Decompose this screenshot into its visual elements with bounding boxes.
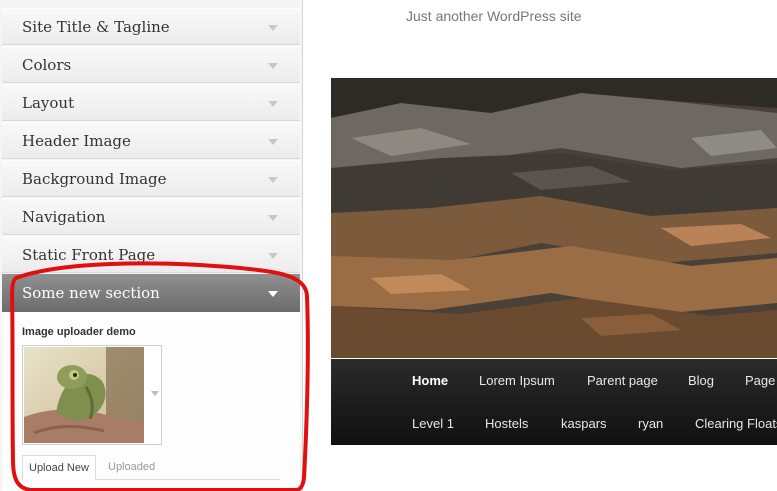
section-some-new-section[interactable]: Some new section bbox=[2, 274, 300, 312]
menu-item-parent-page[interactable]: Parent page bbox=[587, 373, 658, 388]
menu-item-lorem-ipsum[interactable]: Lorem Ipsum bbox=[479, 373, 555, 388]
tab-upload-new[interactable]: Upload New bbox=[22, 455, 96, 481]
section-background-image[interactable]: Background Image bbox=[2, 160, 300, 197]
section-label: Colors bbox=[22, 56, 72, 74]
section-content: Image uploader demo Upload New Uploaded bbox=[2, 312, 300, 491]
section-label: Some new section bbox=[22, 284, 160, 302]
menu-item-page[interactable]: Page bbox=[745, 373, 775, 388]
section-layout[interactable]: Layout bbox=[2, 84, 300, 121]
image-uploader-dropdown[interactable] bbox=[22, 345, 162, 445]
section-header-image[interactable]: Header Image bbox=[2, 122, 300, 159]
chameleon-thumbnail bbox=[24, 347, 144, 443]
chevron-down-icon bbox=[268, 177, 278, 183]
chevron-down-icon bbox=[268, 101, 278, 107]
section-label: Layout bbox=[22, 94, 75, 112]
section-colors[interactable]: Colors bbox=[2, 46, 300, 83]
chevron-down-icon bbox=[268, 63, 278, 69]
menu-item-level-1[interactable]: Level 1 bbox=[412, 416, 454, 431]
chevron-down-icon bbox=[268, 215, 278, 221]
section-static-front-page[interactable]: Static Front Page bbox=[2, 236, 300, 273]
menu-item-ryan[interactable]: ryan bbox=[638, 416, 663, 431]
chevron-down-icon bbox=[268, 139, 278, 145]
chevron-down-icon bbox=[268, 291, 278, 297]
menu-item-blog[interactable]: Blog bbox=[688, 373, 714, 388]
image-uploader-title: Image uploader demo bbox=[22, 326, 136, 338]
menu-item-home[interactable]: Home bbox=[412, 373, 448, 388]
section-label: Background Image bbox=[22, 170, 167, 188]
menu-item-kaspars[interactable]: kaspars bbox=[561, 416, 607, 431]
section-label: Static Front Page bbox=[22, 246, 156, 264]
section-label: Header Image bbox=[22, 132, 131, 150]
customizer-sidebar: Site Title & Tagline Colors Layout Heade… bbox=[0, 0, 303, 491]
chevron-down-icon bbox=[268, 25, 278, 31]
site-tagline: Just another WordPress site bbox=[406, 8, 582, 24]
chevron-down-icon[interactable] bbox=[151, 391, 159, 396]
tab-uploaded[interactable]: Uploaded bbox=[102, 455, 161, 479]
menu-item-hostels[interactable]: Hostels bbox=[485, 416, 528, 431]
header-image bbox=[331, 78, 777, 358]
section-label: Navigation bbox=[22, 208, 106, 226]
chevron-down-icon bbox=[268, 253, 278, 259]
section-label: Site Title & Tagline bbox=[22, 18, 170, 36]
section-site-title-tagline[interactable]: Site Title & Tagline bbox=[2, 8, 300, 45]
section-navigation[interactable]: Navigation bbox=[2, 198, 300, 235]
uploader-tabs: Upload New Uploaded bbox=[22, 455, 280, 481]
primary-menu: Home Lorem Ipsum Parent page Blog Page L… bbox=[331, 359, 777, 445]
menu-item-clearing-floats[interactable]: Clearing Floats bbox=[695, 416, 777, 431]
site-preview: Just another WordPress site Home Lorem I… bbox=[331, 0, 777, 491]
